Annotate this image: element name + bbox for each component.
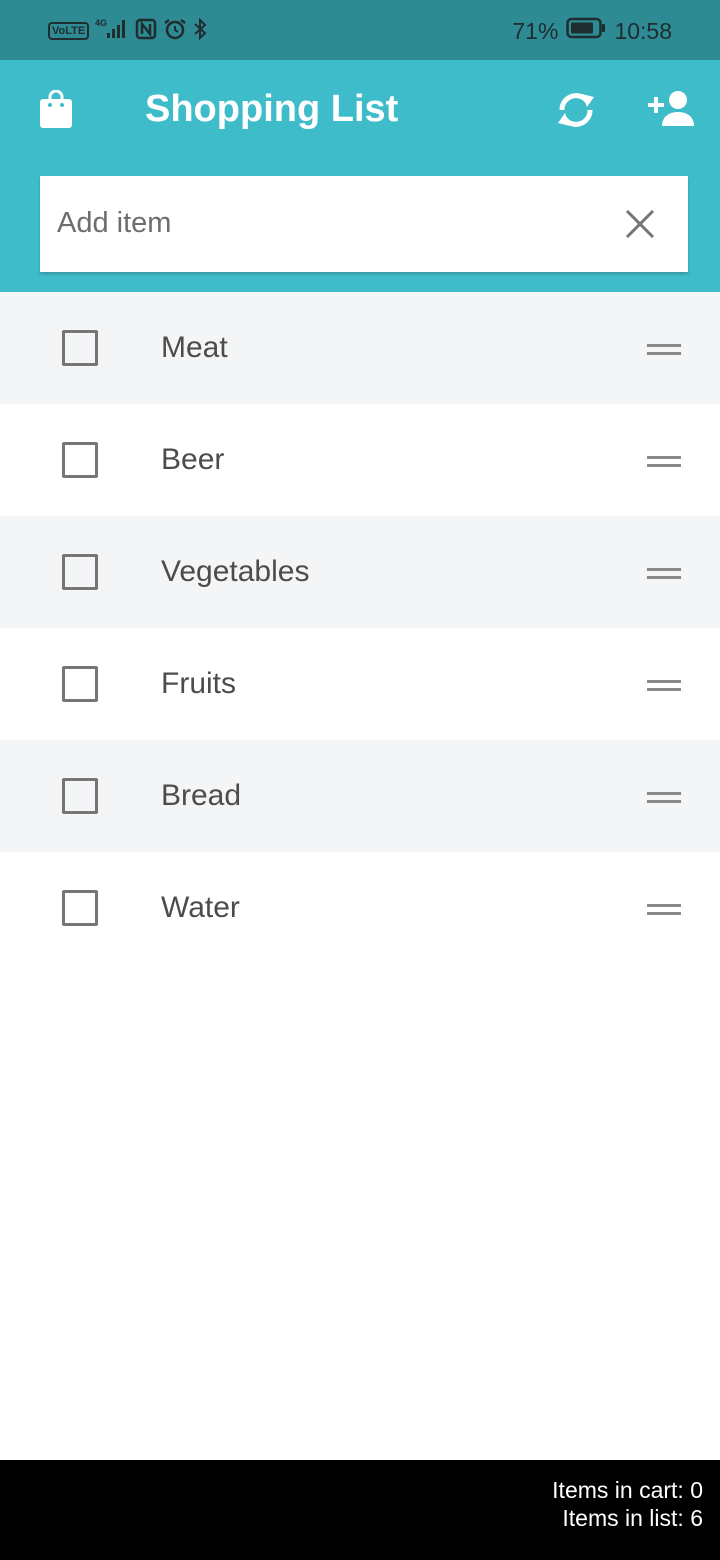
drag-handle-icon[interactable] — [647, 456, 681, 468]
item-checkbox[interactable] — [62, 666, 98, 702]
shopping-list: Meat Beer Vegetables Fruits Bread Water — [0, 292, 720, 964]
signal-icon: 4G — [95, 18, 129, 45]
item-checkbox[interactable] — [62, 890, 98, 926]
item-checkbox[interactable] — [62, 330, 98, 366]
list-item: Fruits — [0, 628, 720, 740]
drag-handle-icon[interactable] — [647, 344, 681, 356]
footer-bar: Items in cart: 0 Items in list: 6 — [0, 1460, 720, 1560]
clock: 10:58 — [614, 17, 672, 44]
add-person-icon[interactable] — [648, 90, 696, 128]
list-item: Beer — [0, 404, 720, 516]
item-checkbox[interactable] — [62, 442, 98, 478]
nfc-icon — [135, 18, 157, 45]
add-item-input[interactable] — [57, 200, 597, 246]
drag-handle-icon[interactable] — [647, 568, 681, 580]
list-item: Water — [0, 852, 720, 964]
item-checkbox[interactable] — [62, 778, 98, 814]
item-label: Vegetables — [161, 555, 310, 588]
battery-percent: 71% — [512, 17, 559, 44]
bluetooth-icon — [193, 17, 207, 45]
footer-counts: Items in cart: 0 Items in list: 6 — [552, 1476, 703, 1532]
drag-handle-icon[interactable] — [647, 904, 681, 916]
shopping-bag-icon[interactable] — [40, 89, 72, 128]
list-item: Vegetables — [0, 516, 720, 628]
item-label: Beer — [161, 443, 225, 476]
list-item: Bread — [0, 740, 720, 852]
list-count: Items in list: 6 — [562, 1505, 703, 1531]
item-checkbox[interactable] — [62, 554, 98, 590]
item-label: Water — [161, 891, 240, 924]
volte-badge: VoLTE — [48, 22, 90, 40]
add-item-field — [40, 176, 688, 272]
item-label: Meat — [161, 331, 228, 364]
alarm-icon — [163, 18, 187, 45]
app-bar: Shopping List — [0, 60, 720, 292]
status-left: VoLTE 4G — [48, 17, 207, 45]
list-item: Meat — [0, 292, 720, 404]
network-type-label: 4G — [95, 18, 107, 28]
sync-icon[interactable] — [554, 88, 598, 132]
drag-handle-icon[interactable] — [647, 792, 681, 804]
battery-icon — [566, 17, 606, 45]
status-bar: VoLTE 4G 71% 10:58 — [0, 0, 720, 60]
cart-count: Items in cart: 0 — [552, 1477, 703, 1503]
page-title: Shopping List — [145, 88, 399, 130]
item-label: Bread — [161, 779, 242, 812]
status-right: 71% 10:58 — [512, 16, 672, 46]
drag-handle-icon[interactable] — [647, 680, 681, 692]
item-label: Fruits — [161, 667, 236, 700]
close-icon[interactable] — [625, 209, 655, 239]
